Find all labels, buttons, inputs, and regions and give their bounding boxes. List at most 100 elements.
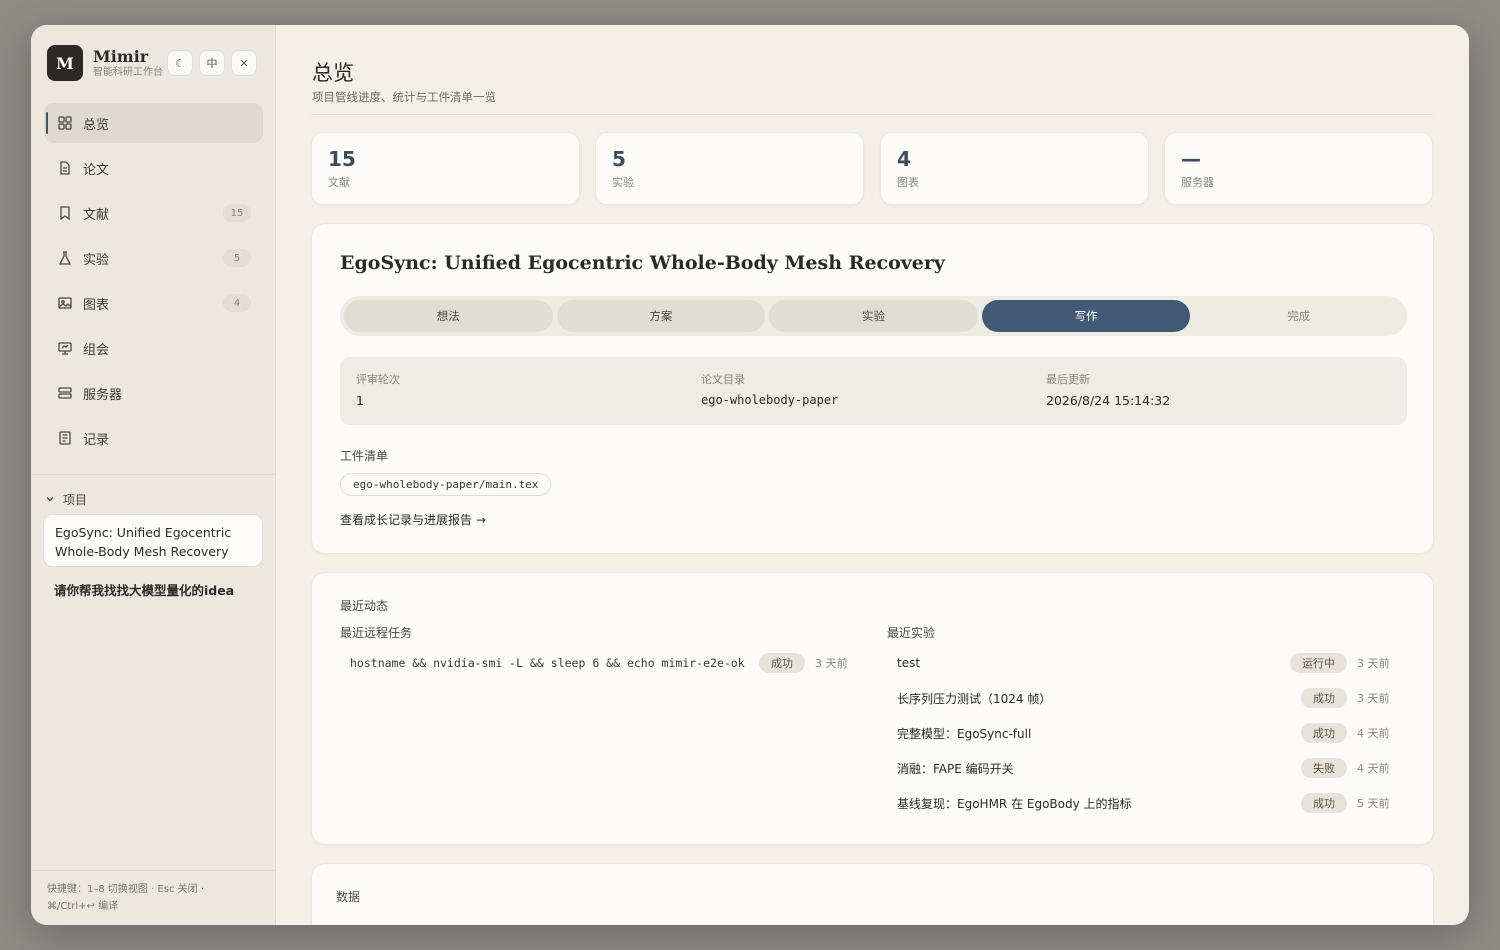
sidebar-item-figures[interactable]: 图表 4 (44, 283, 263, 323)
image-icon (58, 296, 72, 310)
language-button[interactable]: 中 (199, 50, 225, 76)
sidebar-item-label: 总览 (83, 117, 110, 133)
sidebar-item-label: 论文 (83, 162, 110, 178)
stat-card-literature[interactable]: 15 文献 (311, 132, 580, 205)
sidebar-nav: 总览 论文 文献 15 实验 5 图表 4 组会 服务器 记录 (44, 103, 263, 463)
sidebar-item-meetings[interactable]: 组会 (44, 328, 263, 368)
experiment-time: 4 天前 (1357, 727, 1390, 740)
close-icon: ✕ (239, 56, 249, 70)
stat-card-servers[interactable]: — 服务器 (1164, 132, 1433, 205)
stage-writing[interactable]: 写作 (981, 300, 1191, 332)
presentation-icon (58, 341, 72, 355)
document-icon (58, 161, 72, 175)
pipeline-stages: 想法 方案 实验 写作 完成 (340, 296, 1407, 336)
divider (31, 474, 276, 475)
recent-experiments-title: 最近实验 (887, 626, 936, 640)
project-item-active[interactable]: EgoSync: Unified Egocentric Whole-Body M… (43, 514, 263, 567)
project-item-label: 请你帮我找找大模型量化的idea (54, 583, 235, 598)
task-time: 3 天前 (815, 657, 848, 670)
stat-label: 文献 (328, 176, 350, 189)
sidebar-item-notes[interactable]: 记录 (44, 418, 263, 458)
stage-idea[interactable]: 想法 (344, 300, 553, 332)
sidebar: M Mimir 智能科研工作台 ☾ 中 ✕ 总览 论文 文献 15 实验 5 图… (31, 25, 276, 925)
projects-header[interactable]: 项目 (45, 491, 87, 508)
experiments-count-badge: 5 (223, 249, 251, 267)
chevron-down-icon (45, 493, 55, 507)
page-subtitle: 项目管线进度、统计与工件清单一览 (312, 90, 496, 104)
meta-label: 评审轮次 (356, 373, 400, 386)
experiment-time: 5 天前 (1357, 797, 1390, 810)
experiment-time: 3 天前 (1357, 692, 1390, 705)
theme-toggle-button[interactable]: ☾ (167, 50, 193, 76)
sidebar-item-label: 实验 (83, 252, 110, 268)
review-round-value: 1 (356, 393, 364, 408)
data-card: 数据 (311, 863, 1434, 925)
sidebar-item-paper[interactable]: 论文 (44, 148, 263, 188)
divider (311, 114, 1433, 115)
status-badge: 成功 (1301, 688, 1347, 708)
paper-dir-value: ego-wholebody-paper (701, 393, 839, 407)
stage-plan[interactable]: 方案 (556, 300, 766, 332)
stat-label: 实验 (612, 176, 634, 189)
experiment-row[interactable]: test 运行中 3 天前 (897, 653, 1397, 673)
experiment-name: 消融：FAPE 编码开关 (897, 761, 1014, 776)
sidebar-item-literature[interactable]: 文献 15 (44, 193, 263, 233)
status-badge: 运行中 (1290, 653, 1347, 673)
experiment-name: 完整模型：EgoSync-full (897, 726, 1032, 741)
close-button[interactable]: ✕ (231, 50, 257, 76)
bookmark-icon (58, 206, 72, 220)
sidebar-item-label: 文献 (83, 207, 110, 223)
sidebar-item-label: 图表 (83, 297, 110, 313)
progress-report-link[interactable]: 查看成长记录与进展报告 → (340, 511, 486, 528)
experiment-name: test (897, 656, 921, 670)
figures-count-badge: 4 (223, 294, 251, 312)
stat-card-figures[interactable]: 4 图表 (880, 132, 1149, 205)
shortcut-hint: 快捷键：1–8 切换视图 · Esc 关闭 · ⌘/Ctrl+↩ 编译 (47, 884, 205, 912)
project-item[interactable]: 请你帮我找找大模型量化的idea (54, 580, 234, 599)
notes-icon (58, 431, 72, 445)
flask-icon (58, 251, 72, 265)
stat-value: 15 (328, 147, 356, 171)
stage-experiment[interactable]: 实验 (769, 300, 978, 332)
grid-icon (58, 116, 72, 130)
brand-subtitle: 智能科研工作台 (93, 66, 163, 78)
stat-value: — (1181, 147, 1201, 171)
task-command: hostname && nvidia-smi -L && sleep 6 && … (350, 656, 745, 670)
experiment-row[interactable]: 长序列压力测试（1024 帧） 成功 3 天前 (897, 688, 1397, 708)
server-icon (58, 386, 72, 400)
status-badge: 成功 (1301, 793, 1347, 813)
stat-label: 服务器 (1181, 176, 1214, 189)
sidebar-item-servers[interactable]: 服务器 (44, 373, 263, 413)
recent-activity-title: 最近动态 (340, 599, 389, 613)
sidebar-item-overview[interactable]: 总览 (44, 103, 263, 143)
projects-header-label: 项目 (63, 493, 88, 507)
stage-done[interactable]: 完成 (1194, 300, 1403, 332)
project-item-label: EgoSync: Unified Egocentric Whole-Body M… (55, 525, 232, 559)
recent-tasks-title: 最近远程任务 (340, 626, 413, 640)
language-label: 中 (206, 57, 218, 70)
task-row[interactable]: hostname && nvidia-smi -L && sleep 6 && … (350, 653, 855, 673)
literature-count-badge: 15 (223, 204, 251, 222)
artifact-file-chip[interactable]: ego-wholebody-paper/main.tex (340, 473, 552, 496)
meta-label: 论文目录 (701, 373, 745, 386)
moon-icon: ☾ (175, 56, 185, 70)
last-updated-value: 2026/8/24 15:14:32 (1046, 393, 1171, 408)
experiment-row[interactable]: 消融：FAPE 编码开关 失败 4 天前 (897, 758, 1397, 778)
project-meta: 评审轮次 1 论文目录 ego-wholebody-paper 最后更新 202… (340, 357, 1407, 425)
stat-value: 4 (897, 147, 911, 171)
project-card: EgoSync: Unified Egocentric Whole-Body M… (311, 223, 1434, 554)
divider (31, 870, 276, 871)
brand-name: Mimir (93, 46, 149, 66)
status-badge: 成功 (1301, 723, 1347, 743)
stat-card-experiments[interactable]: 5 实验 (595, 132, 864, 205)
experiment-name: 基线复现：EgoHMR 在 EgoBody 上的指标 (897, 796, 1132, 811)
project-title: EgoSync: Unified Egocentric Whole-Body M… (340, 252, 945, 274)
sidebar-item-label: 服务器 (83, 387, 123, 403)
artifacts-label: 工件清单 (340, 449, 389, 463)
status-badge: 失败 (1301, 758, 1347, 778)
app-window: M Mimir 智能科研工作台 ☾ 中 ✕ 总览 论文 文献 15 实验 5 图… (31, 25, 1469, 925)
sidebar-item-experiments[interactable]: 实验 5 (44, 238, 263, 278)
experiment-row[interactable]: 基线复现：EgoHMR 在 EgoBody 上的指标 成功 5 天前 (897, 793, 1397, 813)
experiment-row[interactable]: 完整模型：EgoSync-full 成功 4 天前 (897, 723, 1397, 743)
experiment-time: 3 天前 (1357, 657, 1390, 670)
